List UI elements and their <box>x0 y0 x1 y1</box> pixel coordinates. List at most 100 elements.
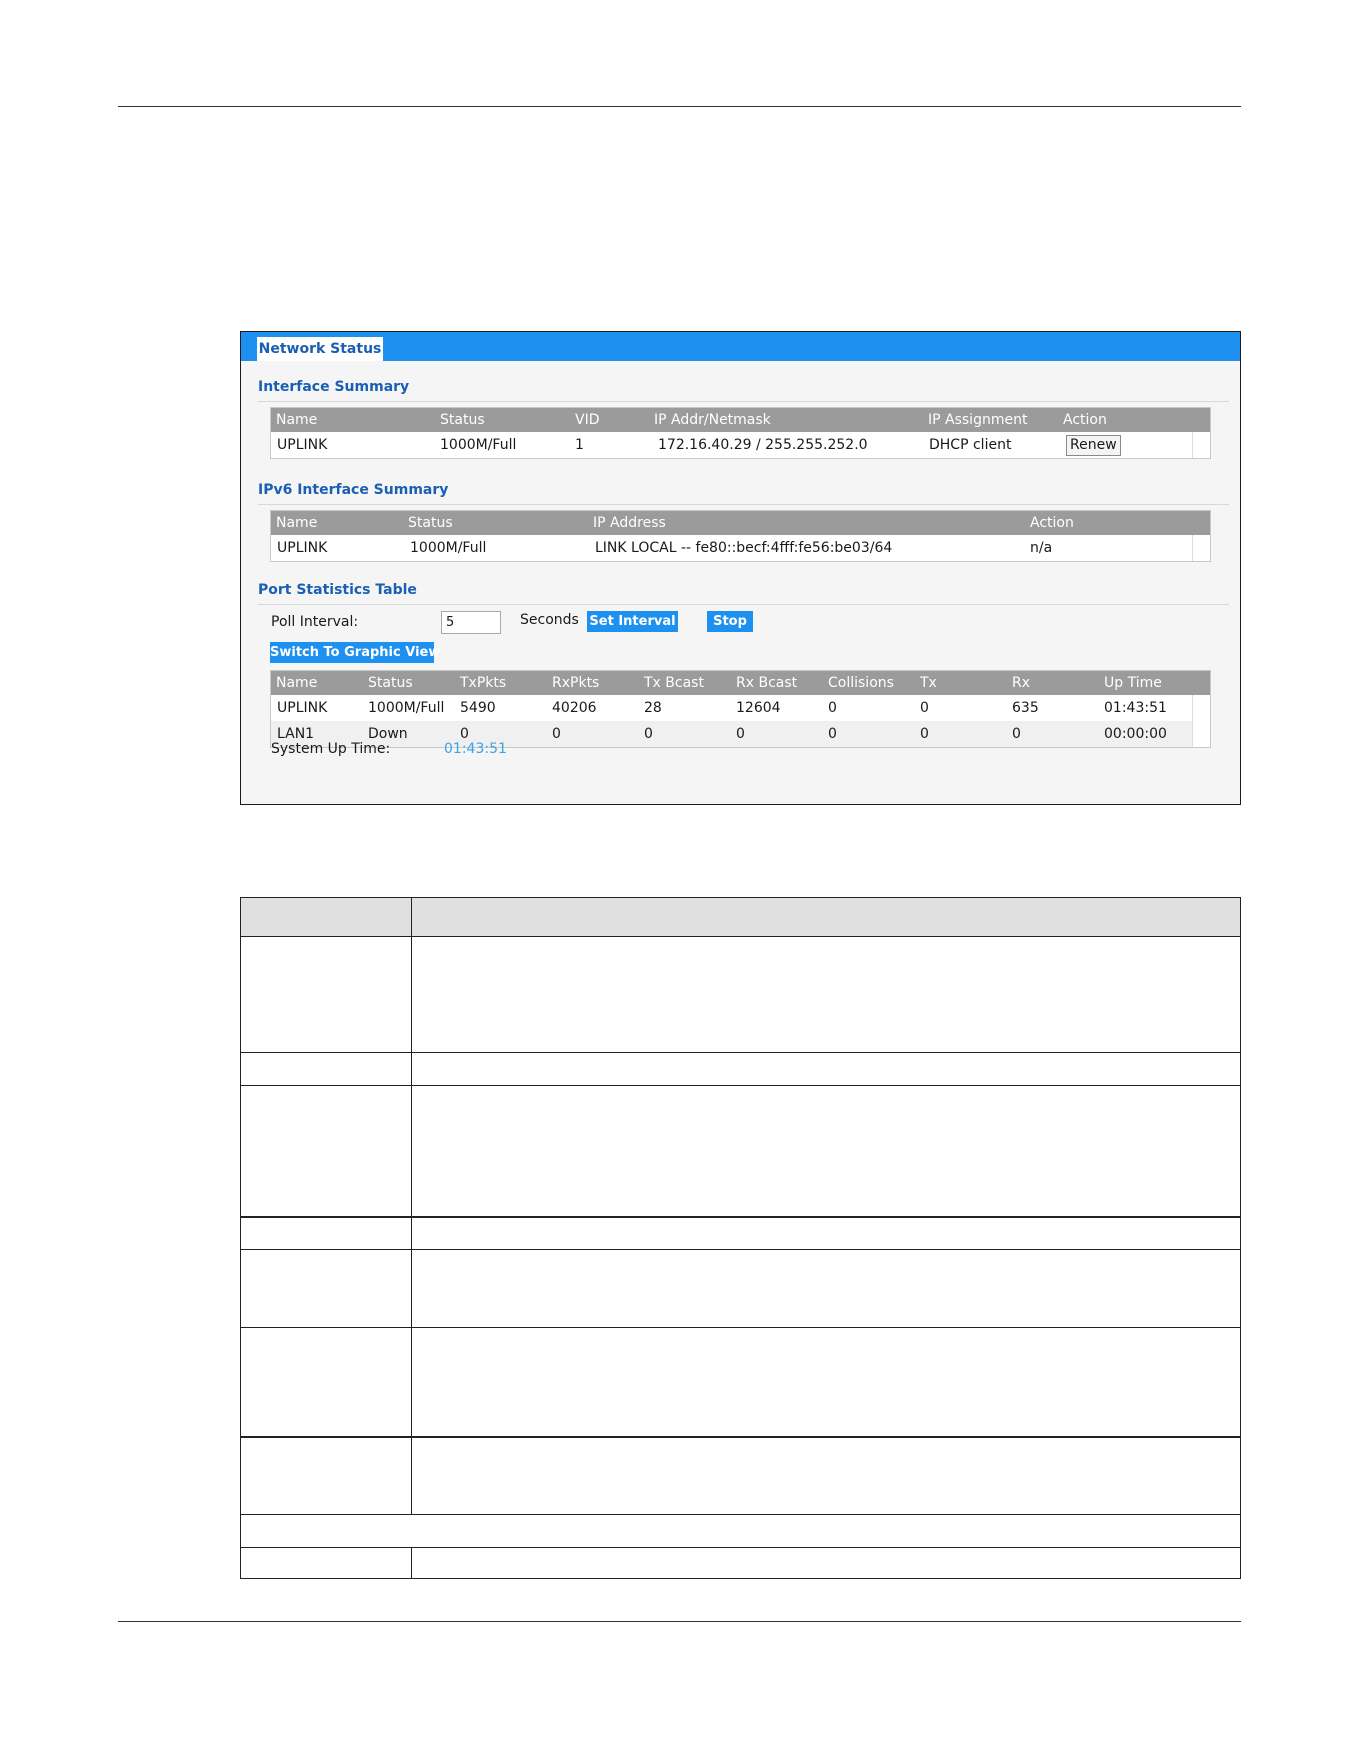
column-header: RxPkts <box>552 675 600 691</box>
table-cell <box>241 1053 412 1085</box>
table-row <box>241 1085 1240 1216</box>
table-scrollbar[interactable] <box>1192 535 1210 561</box>
column-header: IP Addr/Netmask <box>654 412 771 428</box>
table-header: Name Status VID IP Addr/Netmask IP Assig… <box>271 408 1210 432</box>
row-cell: 0 <box>552 726 561 742</box>
table-row <box>241 1547 1240 1578</box>
column-header: Status <box>368 675 413 691</box>
column-header: Status <box>408 515 453 531</box>
stop-button[interactable]: Stop <box>707 611 753 632</box>
table-cell <box>241 937 412 1052</box>
row-cell: 0 <box>644 726 653 742</box>
interface-summary-table: Name Status VID IP Addr/Netmask IP Assig… <box>270 407 1211 459</box>
row-cell: 0 <box>828 726 837 742</box>
switch-graphic-view-button[interactable]: Switch To Graphic View <box>270 642 440 663</box>
table-header: Name Status TxPkts RxPkts Tx Bcast Rx Bc… <box>271 671 1210 695</box>
column-header: VID <box>575 412 600 428</box>
row-cell: 0 <box>828 700 837 716</box>
column-header: Name <box>276 675 318 691</box>
row-ip: 172.16.40.29 / 255.255.252.0 <box>658 437 868 453</box>
row-cell: 0 <box>1012 726 1021 742</box>
row-cell: 40206 <box>552 700 597 716</box>
panel-content: Interface Summary Name Status VID IP Add… <box>241 361 1240 804</box>
table-row <box>241 1327 1240 1436</box>
tab-label: Network Status <box>258 341 382 357</box>
ipv6-summary-title: IPv6 Interface Summary <box>258 482 449 498</box>
row-name: UPLINK <box>277 540 328 556</box>
column-header: IP Address <box>593 515 666 531</box>
table-row[interactable]: UPLINK 1000M/Full 1 172.16.40.29 / 255.2… <box>271 432 1210 458</box>
table-row <box>241 1052 1240 1085</box>
table-cell <box>241 1328 412 1436</box>
row-cell: 01:43:51 <box>1104 700 1167 716</box>
table-row <box>241 1249 1240 1327</box>
table-cell <box>241 898 412 936</box>
table-row[interactable]: UPLINK 1000M/Full 5490 40206 28 12604 0 … <box>271 695 1210 721</box>
column-header: Name <box>276 412 318 428</box>
tab-bar: Network Status <box>241 332 1240 362</box>
tab-network-status[interactable]: Network Status <box>256 336 384 362</box>
table-header: Name Status IP Address Action <box>271 511 1210 535</box>
table-row <box>241 1436 1240 1514</box>
row-cell: 0 <box>920 726 929 742</box>
row-cell: 0 <box>736 726 745 742</box>
system-up-time-value: 01:43:51 <box>444 741 507 757</box>
footer-rule <box>118 1621 1241 1622</box>
system-up-time-label: System Up Time: <box>271 741 391 757</box>
row-vid: 1 <box>575 437 584 453</box>
column-header: Tx Bcast <box>644 675 704 691</box>
row-action: n/a <box>1030 540 1053 556</box>
network-status-panel: Network Status Interface Summary Name St… <box>240 331 1241 805</box>
column-header: Status <box>440 412 485 428</box>
seconds-label: Seconds <box>520 612 579 628</box>
description-table <box>240 897 1241 1579</box>
row-cell: 0 <box>920 700 929 716</box>
section-divider <box>258 401 1229 402</box>
poll-interval-input[interactable]: 5 <box>441 611 501 634</box>
row-cell: 12604 <box>736 700 781 716</box>
port-stats-title: Port Statistics Table <box>258 582 417 598</box>
column-header: Action <box>1030 515 1074 531</box>
column-header: Action <box>1063 412 1107 428</box>
table-cell <box>241 1250 412 1327</box>
row-assignment: DHCP client <box>929 437 1012 453</box>
column-header: Tx <box>920 675 937 691</box>
table-row[interactable]: UPLINK 1000M/Full LINK LOCAL -- fe80::be… <box>271 535 1210 561</box>
poll-interval-label: Poll Interval: <box>271 614 359 630</box>
table-row <box>241 937 1240 1052</box>
table-scrollbar[interactable] <box>1192 695 1210 747</box>
header-rule <box>118 106 1241 107</box>
port-statistics-table: Name Status TxPkts RxPkts Tx Bcast Rx Bc… <box>270 670 1211 748</box>
table-cell <box>241 1438 412 1514</box>
row-cell: 635 <box>1012 700 1039 716</box>
table-cell <box>241 1086 412 1216</box>
section-divider <box>258 604 1229 605</box>
interface-summary-title: Interface Summary <box>258 379 410 395</box>
row-status: 1000M/Full <box>440 437 517 453</box>
row-cell: 28 <box>644 700 662 716</box>
column-header: Up Time <box>1104 675 1162 691</box>
column-header: IP Assignment <box>928 412 1028 428</box>
renew-button[interactable]: Renew <box>1066 435 1121 456</box>
set-interval-button[interactable]: Set Interval <box>587 611 678 632</box>
column-header: Rx <box>1012 675 1031 691</box>
column-header: TxPkts <box>460 675 507 691</box>
ipv6-summary-table: Name Status IP Address Action UPLINK 100… <box>270 510 1211 562</box>
row-cell: 00:00:00 <box>1104 726 1167 742</box>
row-name: UPLINK <box>277 437 328 453</box>
description-table-header <box>241 898 1240 937</box>
table-row <box>241 1216 1240 1249</box>
column-header: Rx Bcast <box>736 675 798 691</box>
row-cell: 1000M/Full <box>368 700 445 716</box>
table-row <box>241 1514 1240 1547</box>
row-cell: 5490 <box>460 700 496 716</box>
section-divider <box>258 504 1229 505</box>
row-ip: LINK LOCAL -- fe80::becf:4fff:fe56:be03/… <box>595 540 893 556</box>
row-cell: UPLINK <box>277 700 328 716</box>
column-header: Collisions <box>828 675 894 691</box>
table-scrollbar[interactable] <box>1192 432 1210 458</box>
table-row[interactable]: LAN1 Down 0 0 0 0 0 0 0 00:00:00 <box>271 721 1210 747</box>
row-status: 1000M/Full <box>410 540 487 556</box>
table-cell <box>241 1548 412 1578</box>
column-header: Name <box>276 515 318 531</box>
